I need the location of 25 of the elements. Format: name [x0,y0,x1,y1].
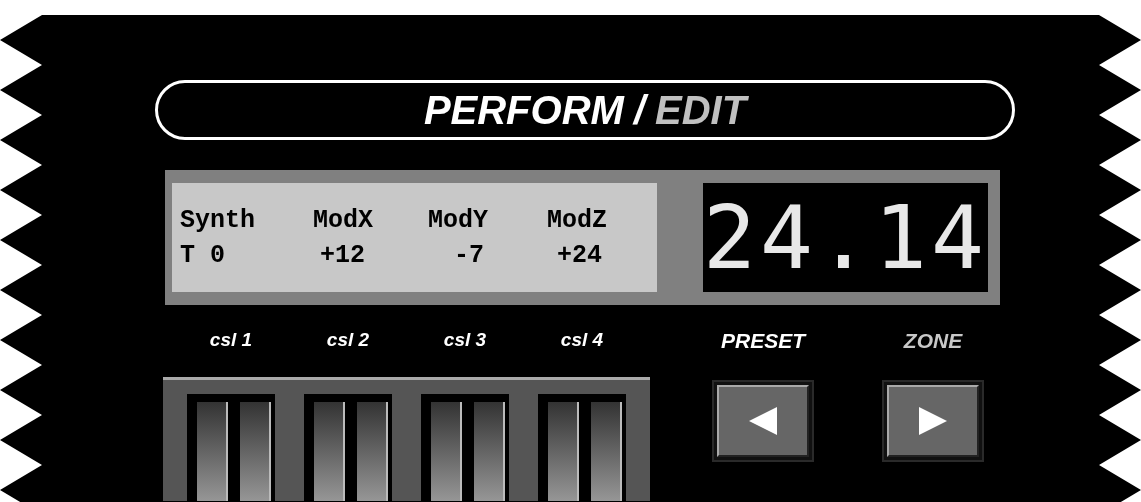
fader-label: csl 4 [559,329,605,352]
fader-label: csl 2 [325,329,371,352]
column-value: T 0 [180,240,225,270]
column-header: ModZ [547,205,607,235]
column-header: Synth [180,205,255,235]
fader-slot[interactable] [187,394,275,501]
column-value: +12 [320,240,365,270]
column-value: +24 [557,240,602,270]
mode-label: PERFORM [423,87,624,133]
led-readout: 24.14 [703,183,988,292]
arrow-button[interactable] [887,385,979,457]
right-triangle-icon [917,404,949,438]
fader-slot[interactable] [538,394,626,501]
arrow-button[interactable] [717,385,809,457]
fader-label: csl 1 [208,329,254,352]
column-header: ModX [313,205,373,235]
column-value: -7 [454,240,484,270]
fader-slot[interactable] [304,394,392,501]
button-label: ZONE [903,329,963,354]
column-header: ModY [428,205,488,235]
fader-slot[interactable] [421,394,509,501]
button-label: PRESET [721,329,805,354]
fader-label: csl 3 [442,329,488,352]
left-triangle-icon [747,404,779,438]
mode-label: EDIT [655,87,747,133]
